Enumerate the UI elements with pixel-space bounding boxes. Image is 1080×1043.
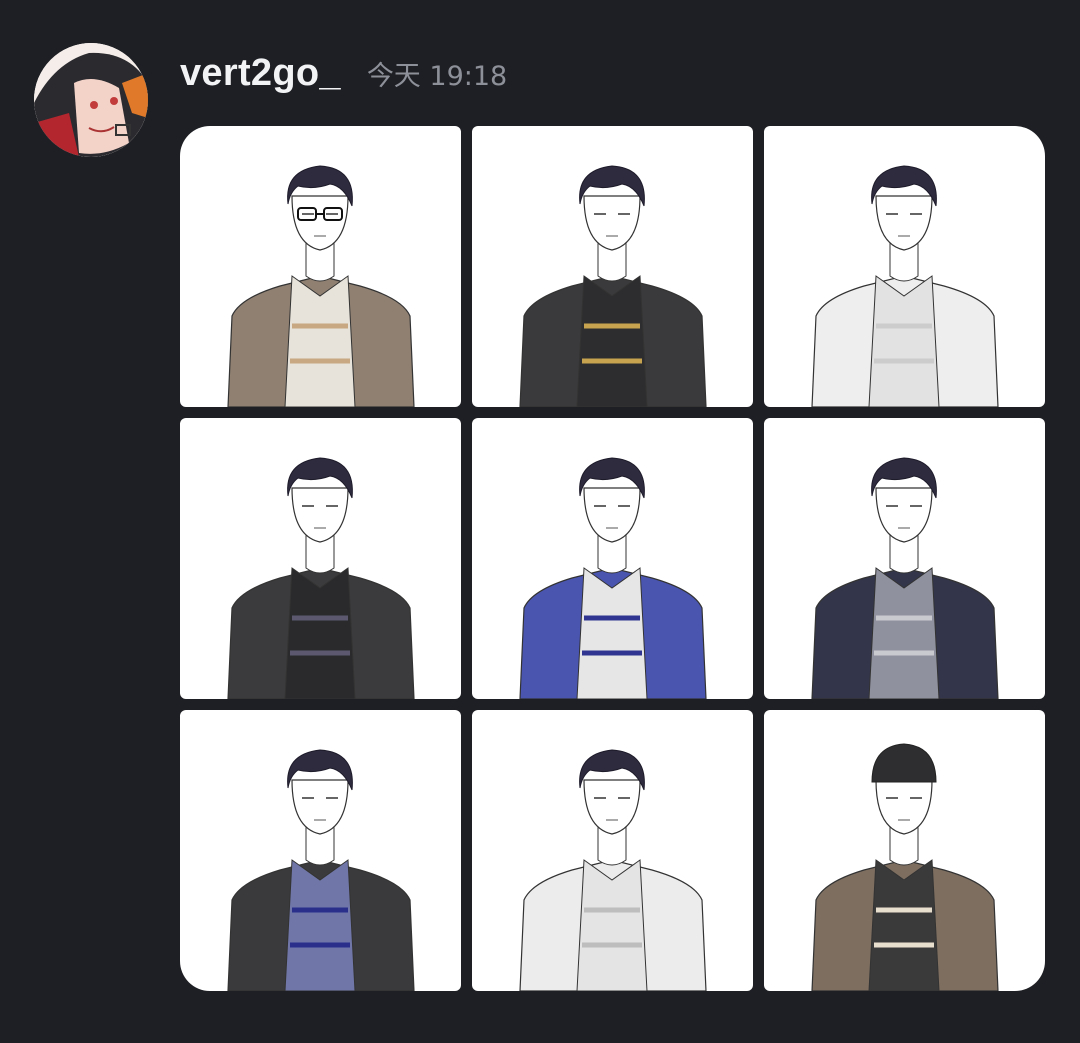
character-sketch-leather-jacket-grey-tee [811,457,999,699]
character-sketch-suit-striped-vest-tie [227,749,415,991]
attachment-image-9[interactable] [764,710,1045,991]
character-sketch-black-turtleneck-plaid-scarf [227,457,415,699]
character-sketch-blue-shirt-white-vest [519,457,707,699]
attachment-image-1[interactable] [180,126,461,407]
character-sketch-military-uniform [519,165,707,407]
character-sketch-shearling-jacket-beanie [811,743,999,991]
attachment-image-3[interactable] [764,126,1045,407]
attachment-image-7[interactable] [180,710,461,991]
anime-avatar-icon [34,43,148,157]
attachment-image-4[interactable] [180,418,461,699]
attachment-image-6[interactable] [764,418,1045,699]
message-header: vert2go_ 今天 19:18 [180,52,507,102]
character-sketch-coat-sweater [227,165,415,407]
username[interactable]: vert2go_ [180,52,341,95]
attachment-image-5[interactable] [472,418,753,699]
character-sketch-white-wrap-robe [811,165,999,407]
user-avatar[interactable] [34,43,148,157]
attachment-image-2[interactable] [472,126,753,407]
timestamp: 今天 19:18 [366,61,508,92]
attachment-image-8[interactable] [472,710,753,991]
image-grid [180,126,1045,991]
character-sketch-white-polo [519,749,707,991]
